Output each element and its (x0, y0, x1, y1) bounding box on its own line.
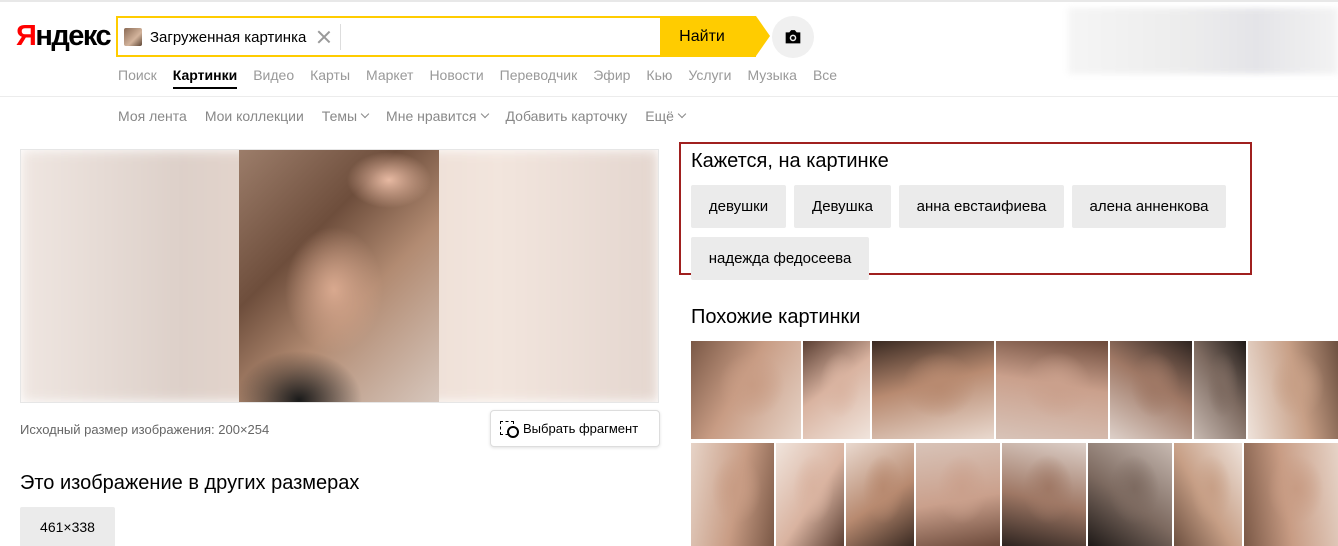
camera-icon (785, 30, 801, 44)
other-sizes-title: Это изображение в других размерах (20, 472, 360, 494)
chevron-down-icon (480, 109, 489, 119)
camera-search-button[interactable] (772, 16, 814, 58)
chevron-down-icon (360, 109, 370, 119)
similar-image-thumbnail[interactable] (1194, 341, 1246, 439)
search-button[interactable]: Найти (660, 16, 770, 57)
select-fragment-button[interactable]: Выбрать фрагмент (490, 410, 660, 447)
service-link[interactable]: Маркет (366, 66, 413, 89)
chevron-down-icon (677, 109, 687, 119)
portrait-photo (239, 150, 439, 402)
subnav-feed[interactable]: Моя лента (118, 106, 187, 126)
similar-image-thumbnail[interactable] (1088, 443, 1172, 546)
similar-image-thumbnail[interactable] (691, 341, 801, 439)
similar-image-thumbnail[interactable] (916, 443, 1000, 546)
subnav-add-card[interactable]: Добавить карточку (506, 106, 628, 126)
service-link[interactable]: Карты (310, 66, 350, 89)
search-bar: Загруженная картинка Найти (116, 16, 770, 57)
similar-image-thumbnail[interactable] (776, 443, 844, 546)
service-link[interactable]: Эфир (593, 66, 630, 89)
similar-image-thumbnail[interactable] (1174, 443, 1242, 546)
tag-button[interactable]: анна евстаифиева (899, 185, 1064, 228)
search-input[interactable]: Загруженная картинка (116, 16, 662, 57)
subnav-themes[interactable]: Темы (322, 106, 370, 126)
service-link[interactable]: Картинки (172, 66, 238, 89)
header-divider (0, 96, 1338, 97)
service-link[interactable]: Новости (429, 66, 483, 89)
similar-image-thumbnail[interactable] (1248, 341, 1338, 439)
tag-button[interactable]: Девушка (794, 185, 891, 228)
size-option-button[interactable]: 461×338 (20, 507, 115, 546)
service-link[interactable]: Услуги (688, 66, 731, 89)
images-subnav: Моя лента Мои коллекции Темы Мне нравитс… (118, 106, 703, 126)
similar-image-thumbnail[interactable] (1002, 443, 1086, 546)
similar-image-thumbnail[interactable] (1244, 443, 1338, 546)
crop-search-icon (499, 420, 519, 438)
uploaded-image-thumbnail (124, 28, 142, 46)
service-link[interactable]: Переводчик (500, 66, 578, 89)
similar-image-thumbnail[interactable] (691, 443, 774, 546)
tags-title: Кажется, на картинке (691, 150, 889, 172)
subnav-collections[interactable]: Мои коллекции (205, 106, 304, 126)
subnav-more[interactable]: Ещё (645, 106, 687, 126)
similar-image-thumbnail[interactable] (803, 341, 870, 439)
user-account-area[interactable] (1068, 8, 1338, 74)
similar-images-title: Похожие картинки (691, 306, 861, 328)
similar-image-thumbnail[interactable] (846, 443, 914, 546)
service-link[interactable]: Все (813, 66, 837, 89)
uploaded-image-label: Загруженная картинка (150, 28, 307, 46)
original-size-note: Исходный размер изображения: 200×254 (20, 422, 270, 437)
service-link[interactable]: Музыка (747, 66, 797, 89)
subnav-likes[interactable]: Мне нравится (386, 106, 489, 126)
service-link[interactable]: Поиск (118, 66, 157, 89)
top-border (0, 0, 1338, 2)
tag-button[interactable]: девушки (691, 185, 786, 228)
similar-image-thumbnail[interactable] (1110, 341, 1192, 439)
tag-button[interactable]: алена анненкова (1072, 185, 1226, 228)
service-link[interactable]: Видео (253, 66, 294, 89)
uploaded-image-preview (20, 149, 659, 403)
clear-icon[interactable] (316, 29, 332, 45)
tag-button[interactable]: надежда федосеева (691, 237, 869, 280)
similar-image-thumbnail[interactable] (872, 341, 994, 439)
uploaded-image-chip[interactable]: Загруженная картинка (124, 24, 342, 50)
services-nav: Поиск Картинки Видео Карты Маркет Новости Пере… (118, 66, 853, 89)
service-link[interactable]: Кью (646, 66, 672, 89)
similar-image-thumbnail[interactable] (996, 341, 1108, 439)
select-fragment-label: Выбрать фрагмент (523, 421, 639, 436)
yandex-logo[interactable]: Яндекс (16, 16, 112, 56)
